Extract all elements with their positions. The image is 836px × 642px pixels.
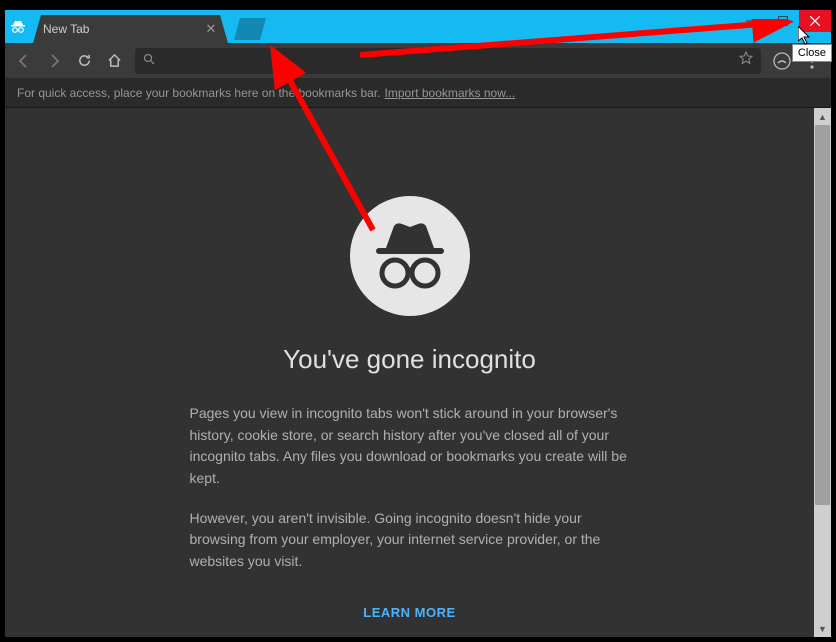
incognito-icon xyxy=(350,196,470,316)
scroll-down-arrow-icon[interactable]: ▼ xyxy=(814,620,831,637)
address-input[interactable] xyxy=(161,53,739,68)
page-paragraph-1: Pages you view in incognito tabs won't s… xyxy=(190,403,630,490)
learn-more-link[interactable]: LEARN MORE xyxy=(363,605,455,620)
page-content: You've gone incognito Pages you view in … xyxy=(5,108,814,637)
titlebar: New Tab ✕ xyxy=(5,10,831,43)
toolbar xyxy=(5,43,831,78)
scroll-up-arrow-icon[interactable]: ▲ xyxy=(814,108,831,125)
home-button[interactable] xyxy=(101,48,127,74)
close-tab-icon[interactable]: ✕ xyxy=(204,22,218,36)
tab-title: New Tab xyxy=(43,22,204,36)
window-controls xyxy=(735,10,831,32)
vertical-scrollbar[interactable]: ▲ ▼ xyxy=(814,108,831,637)
import-bookmarks-link[interactable]: Import bookmarks now... xyxy=(385,86,516,100)
bookmarks-bar: For quick access, place your bookmarks h… xyxy=(5,78,831,108)
close-tooltip: Close xyxy=(792,44,832,62)
page-paragraph-2: However, you aren't invisible. Going inc… xyxy=(190,508,630,573)
browser-tab[interactable]: New Tab ✕ xyxy=(33,15,228,43)
forward-button[interactable] xyxy=(41,48,67,74)
address-bar[interactable] xyxy=(135,48,761,74)
incognito-indicator-icon xyxy=(5,10,31,43)
bookmark-star-icon[interactable] xyxy=(739,51,753,70)
search-icon xyxy=(143,52,155,70)
minimize-button[interactable] xyxy=(735,10,767,32)
browser-window: New Tab ✕ xyxy=(5,10,831,637)
reload-button[interactable] xyxy=(71,48,97,74)
close-window-button[interactable] xyxy=(799,10,831,32)
new-tab-button[interactable] xyxy=(234,18,266,40)
content-wrapper: You've gone incognito Pages you view in … xyxy=(5,108,831,637)
page-heading: You've gone incognito xyxy=(283,344,536,375)
maximize-button[interactable] xyxy=(767,10,799,32)
scrollbar-thumb[interactable] xyxy=(815,125,830,505)
bookmarks-hint: For quick access, place your bookmarks h… xyxy=(17,86,381,100)
back-button[interactable] xyxy=(11,48,37,74)
